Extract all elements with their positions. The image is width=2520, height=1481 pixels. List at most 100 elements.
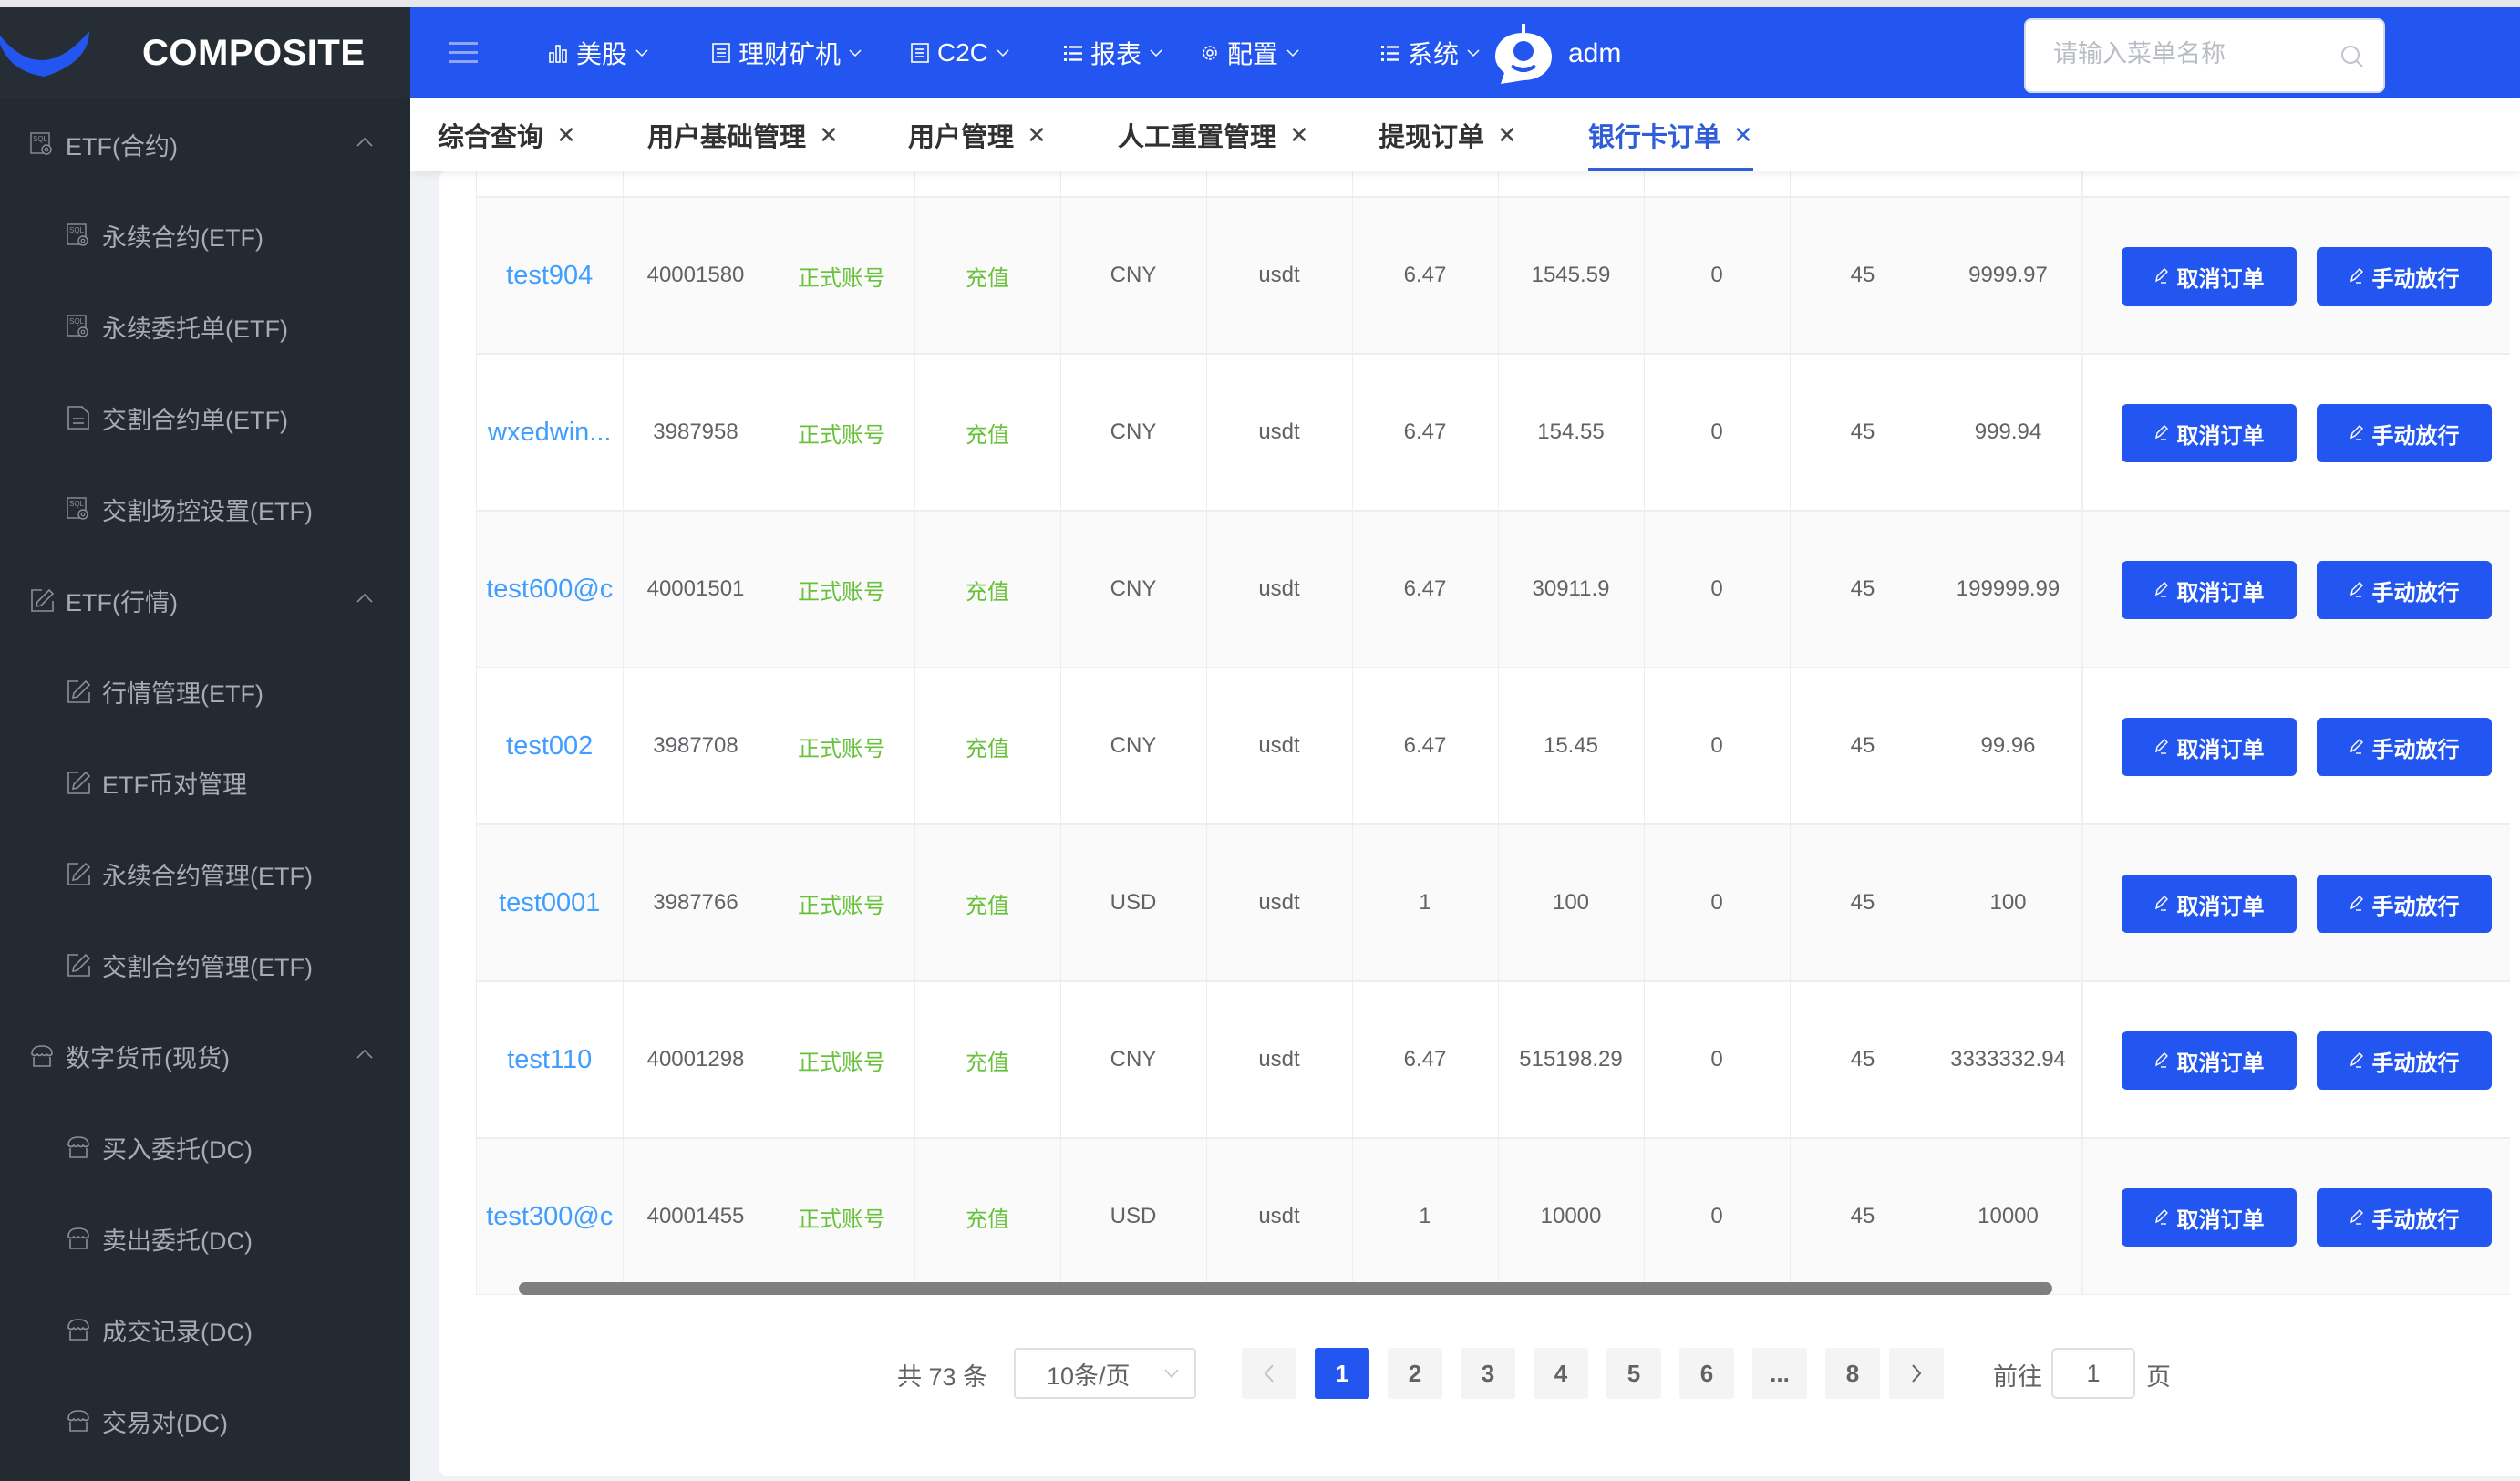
manual-release-button[interactable]: 手动放行 (2316, 404, 2492, 462)
nav-menu-item[interactable]: 系统 (1380, 7, 1481, 98)
user-link[interactable]: test110 (477, 981, 624, 1139)
cell-rate: 6.47 (1352, 511, 1499, 668)
cancel-order-button[interactable]: 取消订单 (2121, 1031, 2297, 1090)
nav-menu-item[interactable]: 美股 (549, 7, 649, 98)
user-link[interactable]: test300@c (477, 1138, 624, 1295)
page-button[interactable]: 2 (1388, 1348, 1442, 1399)
sidebar-group[interactable]: SQL ETF(合约) (0, 98, 410, 190)
user-link[interactable]: test0001 (477, 824, 624, 982)
nav-menu-item[interactable]: 配置 (1200, 7, 1300, 98)
sidebar-item[interactable]: 卖出委托(DC) (0, 1193, 410, 1284)
edit-icon (2350, 739, 2363, 754)
sidebar-item[interactable]: 成交记录(DC) (0, 1284, 410, 1375)
close-icon[interactable]: ✕ (556, 121, 576, 150)
chevron-down-icon (1164, 1369, 1179, 1379)
manual-release-button[interactable]: 手动放行 (2316, 561, 2492, 619)
nav-menu-item[interactable]: 理财矿机 (711, 7, 862, 98)
prev-page-button[interactable] (1242, 1348, 1296, 1399)
cell-currency: CNY (1060, 668, 1207, 825)
cancel-order-button[interactable]: 取消订单 (2121, 1188, 2297, 1247)
page-button[interactable]: 6 (1679, 1348, 1734, 1399)
cancel-order-button[interactable]: 取消订单 (2121, 404, 2297, 462)
close-icon[interactable]: ✕ (819, 121, 839, 150)
sidebar-item[interactable]: 行情管理(ETF) (0, 646, 410, 737)
manual-release-button[interactable]: 手动放行 (2316, 718, 2492, 776)
chevron-down-icon (1150, 49, 1162, 57)
avatar[interactable] (1493, 22, 1554, 86)
page-button[interactable]: 1 (1315, 1348, 1369, 1399)
chevron-up-icon[interactable] (356, 1045, 374, 1063)
edit-icon (2350, 1052, 2363, 1068)
nav-menu-label: 理财矿机 (738, 40, 842, 68)
manual-release-button[interactable]: 手动放行 (2316, 1188, 2492, 1247)
svg-text:SQL: SQL (69, 500, 85, 508)
tab[interactable]: 用户管理 ✕ (908, 98, 1047, 171)
sidebar-item[interactable]: SQL 永续委托单(ETF) (0, 281, 410, 372)
close-icon[interactable]: ✕ (1733, 121, 1753, 150)
sidebar-item[interactable]: SQL 交割场控设置(ETF) (0, 463, 410, 554)
menu-search[interactable] (2024, 18, 2385, 93)
tab[interactable]: 银行卡订单 ✕ (1588, 98, 1753, 171)
username[interactable]: adm (1568, 38, 1621, 69)
page-size-select[interactable]: 10条/页 (1014, 1348, 1196, 1399)
cancel-order-button[interactable]: 取消订单 (2121, 561, 2297, 619)
page-button[interactable]: 3 (1461, 1348, 1515, 1399)
cell-total: 100 (1936, 824, 2082, 982)
sidebar-item[interactable]: ETF币对管理 (0, 737, 410, 828)
nav-menu-label: 配置 (1227, 40, 1279, 68)
manual-release-button[interactable]: 手动放行 (2316, 875, 2492, 933)
cell-uid: 3987958 (623, 354, 769, 512)
close-icon[interactable]: ✕ (1289, 121, 1309, 150)
sidebar-item[interactable]: SQL 永续合约(ETF) (0, 190, 410, 281)
close-icon[interactable]: ✕ (1027, 121, 1047, 150)
actions-cell: 取消订单 手动放行 (2080, 354, 2510, 512)
sidebar-item[interactable]: 交割合约单(ETF) (0, 372, 410, 463)
cell-c10: 45 (1790, 981, 1936, 1139)
manual-release-button[interactable]: 手动放行 (2316, 1031, 2492, 1090)
page-button[interactable]: 5 (1606, 1348, 1661, 1399)
manual-release-button[interactable]: 手动放行 (2316, 247, 2492, 306)
sidebar-item[interactable]: 买入委托(DC) (0, 1102, 410, 1193)
cell-amount: 15.45 (1498, 668, 1645, 825)
user-link[interactable]: test002 (477, 668, 624, 825)
page-button[interactable]: 8 (1825, 1348, 1880, 1399)
svg-text:SQL: SQL (33, 135, 48, 143)
cancel-order-button[interactable]: 取消订单 (2121, 718, 2297, 776)
sidebar-item[interactable]: 永续合约管理(ETF) (0, 828, 410, 919)
table-row: test110 40001298 正式账号 充值 CNY usdt 6.47 515198.2… (477, 981, 2510, 1139)
chevron-up-icon[interactable] (356, 589, 374, 607)
tab[interactable]: 提现订单 ✕ (1379, 98, 1517, 171)
tab[interactable]: 用户基础管理 ✕ (647, 98, 839, 171)
next-page-button[interactable] (1889, 1348, 1944, 1399)
sidebar-menu: SQL ETF(合约) SQL 永续合约(ETF) SQL 永续委托单(ETF) … (0, 98, 410, 1466)
user-link[interactable]: wxedwin... (477, 354, 624, 512)
cell-rate: 1 (1352, 1138, 1499, 1295)
chevron-up-icon[interactable] (356, 133, 374, 151)
sidebar-item[interactable]: 交割合约管理(ETF) (0, 919, 410, 1010)
sidebar-item[interactable]: 交易对(DC) (0, 1375, 410, 1466)
sidebar-item-label: 成交记录(DC) (102, 1318, 253, 1346)
document-icon (67, 406, 89, 430)
nav-menu-item[interactable]: 报表 (1063, 7, 1163, 98)
close-icon[interactable]: ✕ (1497, 121, 1517, 150)
user-link[interactable]: test600@c (477, 511, 624, 668)
cancel-order-button[interactable]: 取消订单 (2121, 247, 2297, 306)
edit-icon (2154, 425, 2168, 440)
search-icon[interactable] (2339, 44, 2365, 69)
sidebar-group[interactable]: ETF(行情) (0, 554, 410, 646)
cancel-order-button[interactable]: 取消订单 (2121, 875, 2297, 933)
user-link[interactable]: test904 (477, 197, 624, 355)
goto-page-input[interactable] (2051, 1348, 2135, 1399)
cell-uid: 40001298 (623, 981, 769, 1139)
menu-search-input[interactable] (2053, 40, 2327, 68)
tab[interactable]: 综合查询 ✕ (438, 98, 576, 171)
nav-menu-label: 系统 (1408, 40, 1460, 68)
sidebar-item-label: 交易对(DC) (102, 1409, 228, 1437)
page-button[interactable]: 4 (1534, 1348, 1588, 1399)
more-pages-button[interactable]: ... (1752, 1348, 1807, 1399)
horizontal-scrollbar[interactable] (519, 1282, 2052, 1295)
tab[interactable]: 人工重置管理 ✕ (1118, 98, 1309, 171)
hamburger-icon[interactable] (449, 42, 478, 64)
sidebar-group[interactable]: 数字货币(现货) (0, 1010, 410, 1102)
nav-menu-item[interactable]: C2C (910, 7, 1010, 98)
